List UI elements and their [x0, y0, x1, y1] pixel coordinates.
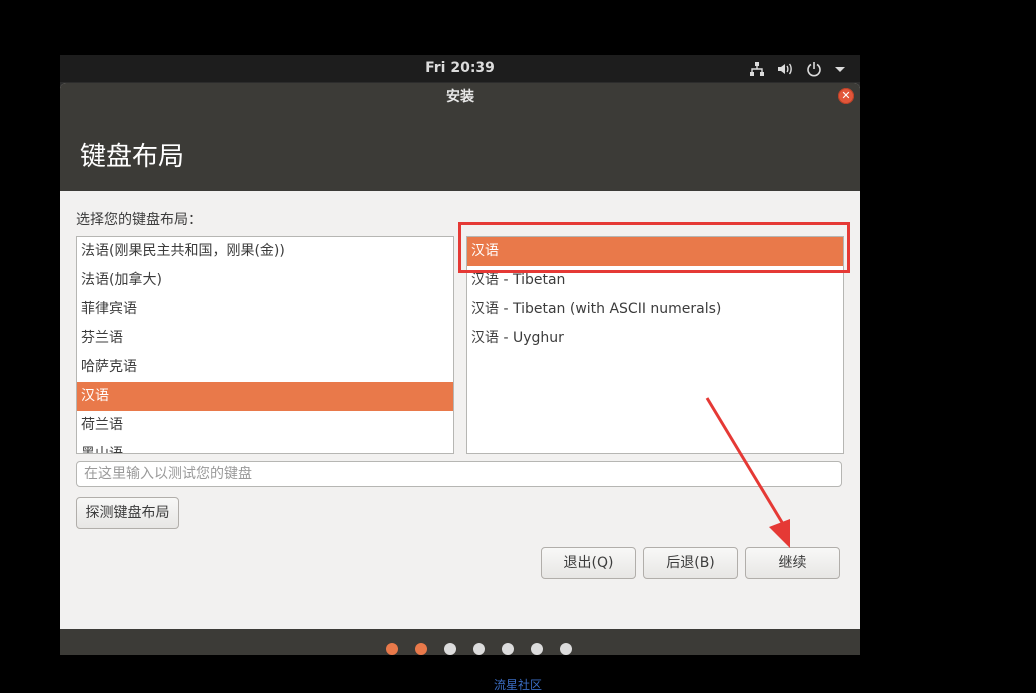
window-titlebar[interactable]: 安装 ✕ — [60, 83, 860, 111]
top-panel: Fri 20:39 — [60, 55, 860, 82]
power-icon[interactable] — [806, 61, 822, 77]
watermark-text: 流星社区 — [493, 678, 542, 692]
layout-list-item[interactable]: 哈萨克语 — [77, 353, 453, 382]
layout-list-item[interactable]: 法语(刚果民主共和国，刚果(金)) — [77, 237, 453, 266]
progress-dot — [531, 643, 543, 655]
clock[interactable]: Fri 20:39 — [60, 55, 860, 82]
keyboard-test-input[interactable] — [76, 461, 842, 487]
progress-dot — [560, 643, 572, 655]
layout-list-item-selected[interactable]: 汉语 — [77, 382, 453, 411]
continue-button[interactable]: 继续 — [745, 547, 840, 579]
desktop-screen: Fri 20:39 安装 ✕ 键盘布局 选择您的键盘布局： 法语(刚果民主共和国… — [60, 55, 860, 655]
close-icon[interactable]: ✕ — [838, 88, 854, 104]
layout-list-item[interactable]: 黑山语 — [77, 440, 453, 453]
back-button[interactable]: 后退(B) — [643, 547, 738, 579]
layout-list-item[interactable]: 芬兰语 — [77, 324, 453, 353]
progress-dot — [473, 643, 485, 655]
layout-prompt: 选择您的键盘布局： — [76, 212, 202, 228]
layout-list-item[interactable]: 菲律宾语 — [77, 295, 453, 324]
page-header: 键盘布局 — [60, 111, 860, 191]
layout-list[interactable]: 法语(刚果民主共和国，刚果(金)) 法语(加拿大) 菲律宾语 芬兰语 哈萨克语 … — [76, 236, 454, 454]
window-title: 安装 — [446, 89, 474, 105]
layout-list-item[interactable]: 荷兰语 — [77, 411, 453, 440]
volume-icon[interactable] — [777, 61, 794, 77]
quit-button[interactable]: 退出(Q) — [541, 547, 636, 579]
network-icon[interactable] — [749, 61, 765, 77]
detect-layout-button[interactable]: 探测键盘布局 — [76, 497, 179, 529]
variant-list-item-selected[interactable]: 汉语 — [467, 237, 843, 266]
variant-list-item[interactable]: 汉语 - Tibetan (with ASCII numerals) — [467, 295, 843, 324]
progress-dot — [502, 643, 514, 655]
progress-dot — [415, 643, 427, 655]
variant-list-item[interactable]: 汉语 - Uyghur — [467, 324, 843, 353]
installer-window: 安装 ✕ 键盘布局 选择您的键盘布局： 法语(刚果民主共和国，刚果(金)) 法语… — [60, 83, 860, 655]
chevron-down-icon[interactable] — [834, 64, 846, 74]
variant-list[interactable]: 汉语 汉语 - Tibetan 汉语 - Tibetan (with ASCII… — [466, 236, 844, 454]
variant-list-item[interactable]: 汉语 - Tibetan — [467, 266, 843, 295]
system-tray[interactable] — [749, 55, 846, 82]
progress-dot — [444, 643, 456, 655]
progress-dot — [386, 643, 398, 655]
page-title: 键盘布局 — [80, 142, 185, 172]
layout-list-item[interactable]: 法语(加拿大) — [77, 266, 453, 295]
progress-dots — [60, 643, 860, 655]
